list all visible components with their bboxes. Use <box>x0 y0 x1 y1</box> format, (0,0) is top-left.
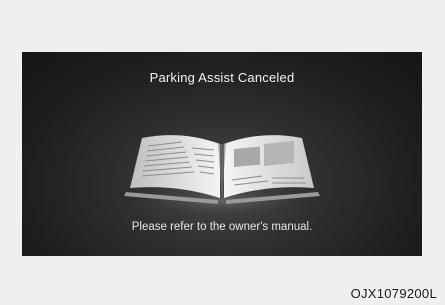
figure-code: OJX1079200L <box>350 286 437 301</box>
screen-title: Parking Assist Canceled <box>149 70 295 85</box>
figure-frame: Parking Assist Canceled Please refer to … <box>0 0 445 305</box>
open-book-icon <box>117 135 327 212</box>
screen-message: Please refer to the owner's manual. <box>131 221 313 233</box>
cluster-display: Parking Assist Canceled Please refer to … <box>22 52 422 256</box>
